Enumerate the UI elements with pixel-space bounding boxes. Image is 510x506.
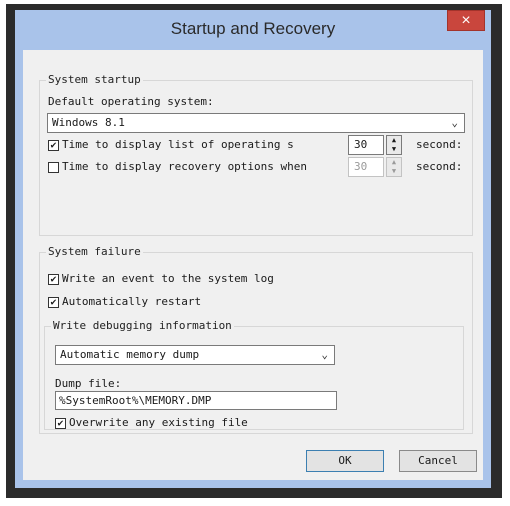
dump-file-input[interactable]: %SystemRoot%\MEMORY.DMP bbox=[55, 391, 337, 410]
time-list-value: 30 bbox=[354, 138, 368, 151]
default-os-value: Windows 8.1 bbox=[52, 116, 125, 129]
time-list-checkbox[interactable]: ✔ bbox=[48, 140, 59, 151]
dump-file-value: %SystemRoot%\MEMORY.DMP bbox=[59, 394, 212, 407]
chevron-down-icon: ⌄ bbox=[451, 116, 458, 129]
spin-down-icon: ▼ bbox=[391, 167, 397, 175]
debug-info-legend: Write debugging information bbox=[51, 319, 234, 332]
system-startup-legend: System startup bbox=[46, 73, 143, 86]
overwrite-checkbox[interactable]: ✔ bbox=[55, 418, 66, 429]
checkmark-icon: ✔ bbox=[57, 418, 64, 429]
time-recovery-checkbox[interactable] bbox=[48, 162, 59, 173]
time-list-input[interactable]: 30 bbox=[348, 135, 384, 155]
default-os-select[interactable]: Windows 8.1 ⌄ bbox=[47, 113, 465, 133]
time-recovery-value: 30 bbox=[354, 160, 368, 173]
dialog-client-area: System startup Default operating system:… bbox=[23, 50, 483, 480]
spin-up-icon: ▲ bbox=[391, 136, 397, 144]
overwrite-label: Overwrite any existing file bbox=[69, 416, 248, 429]
debug-type-value: Automatic memory dump bbox=[60, 348, 200, 361]
time-list-label: Time to display list of operating s bbox=[62, 138, 294, 151]
spin-up-icon: ▲ bbox=[391, 158, 397, 166]
time-recovery-label: Time to display recovery options when bbox=[62, 160, 308, 173]
spin-down-icon: ▼ bbox=[391, 145, 397, 153]
time-recovery-unit: second: bbox=[416, 160, 463, 173]
close-icon: × bbox=[461, 12, 471, 29]
time-recovery-spinner[interactable]: ▲ ▼ bbox=[386, 157, 402, 177]
checkmark-icon: ✔ bbox=[50, 297, 57, 308]
checkmark-icon: ✔ bbox=[50, 140, 57, 151]
chevron-down-icon: ⌄ bbox=[321, 348, 328, 361]
startup-recovery-dialog: Startup and Recovery × System startup De… bbox=[15, 10, 491, 488]
close-button[interactable]: × bbox=[447, 10, 485, 31]
checkmark-icon: ✔ bbox=[50, 274, 57, 285]
auto-restart-label: Automatically restart bbox=[62, 295, 202, 308]
cancel-button[interactable]: Cancel bbox=[399, 450, 477, 472]
write-event-checkbox[interactable]: ✔ bbox=[48, 274, 59, 285]
dump-file-label: Dump file: bbox=[55, 377, 122, 390]
time-list-spinner[interactable]: ▲ ▼ bbox=[386, 135, 402, 155]
time-list-unit: second: bbox=[416, 138, 463, 151]
debug-info-group: Write debugging information Automatic me… bbox=[44, 319, 464, 430]
system-failure-legend: System failure bbox=[46, 245, 143, 258]
dialog-title: Startup and Recovery bbox=[170, 19, 336, 38]
default-os-label: Default operating system: bbox=[48, 95, 214, 108]
time-recovery-input[interactable]: 30 bbox=[348, 157, 384, 177]
system-startup-group: System startup Default operating system:… bbox=[39, 73, 473, 236]
write-event-label: Write an event to the system log bbox=[62, 272, 274, 285]
auto-restart-checkbox[interactable]: ✔ bbox=[48, 297, 59, 308]
system-failure-group: System failure ✔ Write an event to the s… bbox=[39, 245, 473, 434]
debug-type-select[interactable]: Automatic memory dump ⌄ bbox=[55, 345, 335, 365]
title-bar[interactable]: Startup and Recovery × bbox=[15, 10, 491, 50]
ok-button[interactable]: OK bbox=[306, 450, 384, 472]
